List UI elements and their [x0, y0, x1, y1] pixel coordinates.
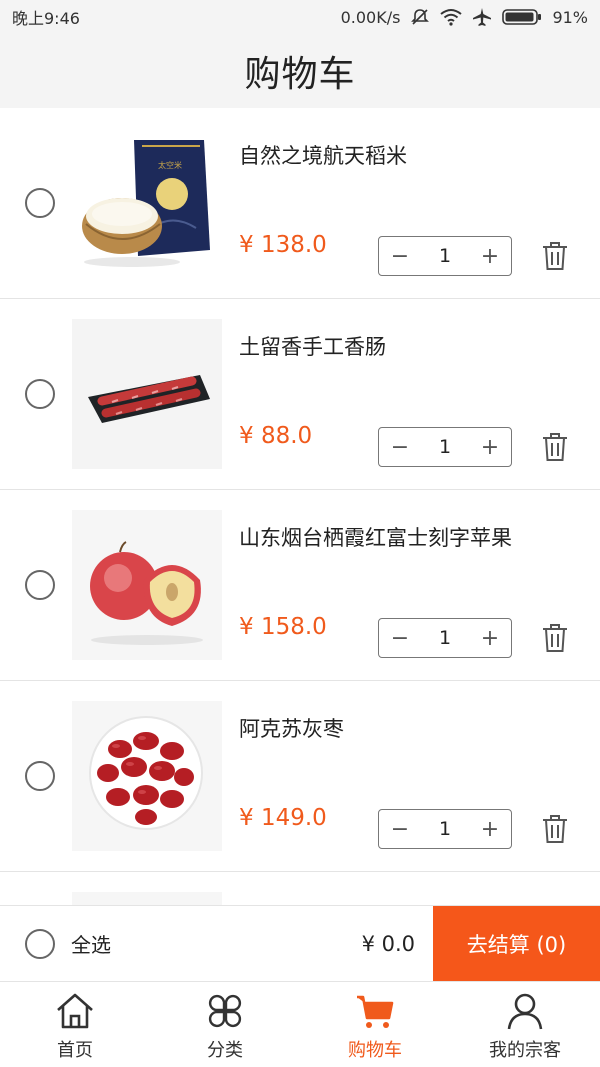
increment-button[interactable]: + [469, 619, 511, 657]
page-title: 购物车 [244, 54, 356, 95]
tab-label: 购物车 [348, 1040, 402, 1061]
quantity-value[interactable]: 1 [421, 627, 469, 649]
trash-icon[interactable] [540, 813, 570, 845]
quantity-stepper: − 1 + [378, 427, 512, 467]
product-price: ¥ 88.0 [239, 423, 313, 449]
wifi-icon [440, 9, 463, 26]
cart-item: 阿克苏灰枣 ¥ 149.0 − 1 + [0, 681, 600, 872]
svg-text:太空米: 太空米 [158, 160, 182, 170]
quantity-value[interactable]: 1 [421, 436, 469, 458]
home-icon [57, 993, 93, 1029]
status-bar: 晚上9:46 0.00K/s 91% [0, 0, 600, 34]
status-right: 0.00K/s 91% [341, 7, 588, 27]
cart-item: 土留香手工香肠 ¥ 88.0 − 1 + [0, 299, 600, 490]
product-image[interactable] [72, 892, 222, 905]
item-checkbox[interactable] [25, 188, 55, 218]
product-name[interactable]: 土留香手工香肠 [239, 331, 386, 361]
trash-icon[interactable] [540, 622, 570, 654]
quantity-value[interactable]: 1 [421, 245, 469, 267]
tab-label: 首页 [57, 1040, 93, 1061]
trash-icon[interactable] [540, 431, 570, 463]
product-image[interactable] [72, 701, 222, 851]
tab-label: 分类 [207, 1040, 243, 1061]
trash-icon[interactable] [540, 240, 570, 272]
product-name[interactable]: 自然之境航天稻米 [239, 140, 407, 170]
checkout-bar: 全选 ¥ 0.0 去结算 (0) [0, 905, 600, 982]
tab-home[interactable]: 首页 [0, 982, 150, 1067]
product-image[interactable]: 太空米 [72, 128, 222, 278]
apple-image [72, 510, 222, 660]
profile-icon [507, 993, 543, 1030]
increment-button[interactable]: + [469, 810, 511, 848]
cart-item [0, 872, 600, 905]
tab-profile[interactable]: 我的宗客 [450, 982, 600, 1067]
select-all-checkbox[interactable] [25, 928, 55, 959]
quantity-stepper: − 1 + [378, 236, 512, 276]
rice-bag-image: 太空米 [72, 128, 222, 278]
select-all-label[interactable]: 全选 [71, 929, 111, 958]
bottom-tab-bar: 首页 分类 购物车 我的宗客 [0, 981, 600, 1067]
battery-level: 91% [552, 7, 588, 27]
product-image[interactable] [72, 319, 222, 469]
increment-button[interactable]: + [469, 237, 511, 275]
cart-list[interactable]: 太空米 自然之境航天稻米 ¥ 138.0 − 1 + 土留香手工香肠 ¥ 88.… [0, 108, 600, 905]
product-name[interactable]: 阿克苏灰枣 [239, 713, 344, 743]
product-price: ¥ 158.0 [239, 614, 327, 640]
battery-icon [502, 9, 542, 25]
quantity-stepper: − 1 + [378, 618, 512, 658]
status-time: 晚上9:46 [12, 9, 80, 28]
cart-item: 山东烟台栖霞红富士刻字苹果 ¥ 158.0 − 1 + [0, 490, 600, 681]
decrement-button[interactable]: − [379, 428, 421, 466]
category-icon [208, 994, 242, 1028]
airplane-icon [473, 8, 492, 26]
cart-item: 太空米 自然之境航天稻米 ¥ 138.0 − 1 + [0, 108, 600, 299]
network-speed: 0.00K/s [340, 7, 401, 27]
total-price: ¥ 0.0 [361, 931, 415, 956]
tab-label: 我的宗客 [489, 1040, 561, 1061]
cart-icon [357, 995, 394, 1028]
increment-button[interactable]: + [469, 428, 511, 466]
sausage-image [72, 319, 222, 469]
page-header: 购物车 [0, 34, 600, 108]
mute-icon [411, 9, 430, 25]
decrement-button[interactable]: − [379, 237, 421, 275]
tab-category[interactable]: 分类 [150, 982, 300, 1067]
jujube-image [72, 701, 222, 851]
product-image[interactable] [72, 510, 222, 660]
product-price: ¥ 138.0 [239, 232, 327, 258]
item-checkbox[interactable] [25, 761, 55, 791]
item-checkbox[interactable] [25, 570, 55, 600]
product-price: ¥ 149.0 [239, 805, 327, 831]
decrement-button[interactable]: − [379, 619, 421, 657]
quantity-stepper: − 1 + [378, 809, 512, 849]
item-checkbox[interactable] [25, 379, 55, 409]
product-name[interactable]: 山东烟台栖霞红富士刻字苹果 [239, 522, 512, 552]
checkout-button[interactable]: 去结算 (0) [433, 905, 600, 982]
decrement-button[interactable]: − [379, 810, 421, 848]
quantity-value[interactable]: 1 [421, 818, 469, 840]
tab-cart[interactable]: 购物车 [300, 982, 450, 1067]
